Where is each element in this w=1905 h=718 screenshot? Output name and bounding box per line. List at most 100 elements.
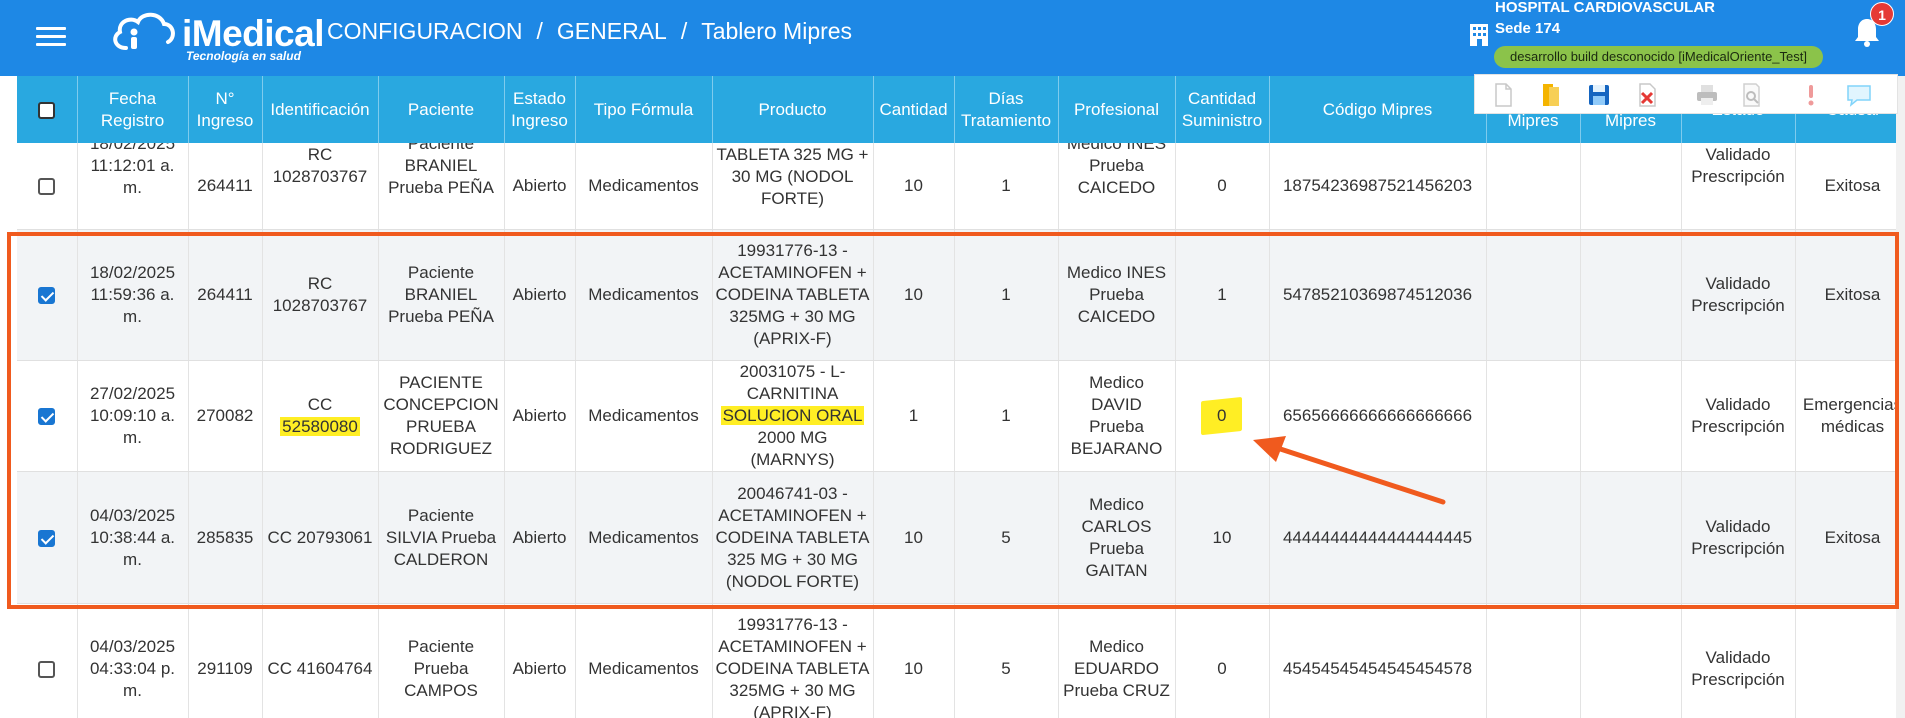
col-producto[interactable]: Producto — [712, 76, 874, 143]
cell-ingreso: 270082 — [188, 360, 263, 472]
col-identificacion[interactable]: Identificación — [262, 76, 379, 143]
cell-cantidad-suministro: 0 — [1175, 143, 1270, 230]
row-checkbox[interactable] — [38, 287, 56, 305]
sede-label: Sede 174 — [1495, 20, 1561, 37]
table-row[interactable]: 27/02/2025 10:09:10 a. m. 270082 CC 5258… — [17, 360, 1905, 472]
cell-ingreso: 291109 — [188, 603, 263, 718]
cell-codigo-mipres: 44444444444444444445 — [1269, 471, 1487, 604]
cell-identificacion: RC 1028703767 — [262, 229, 379, 361]
col-tipo-formula[interactable]: Tipo Fórmula — [575, 76, 713, 143]
cell-producto: 20046741-03 - ACETAMINOFEN + CODEINA TAB… — [712, 471, 874, 604]
col-paciente[interactable]: Paciente — [378, 76, 505, 143]
cell-cantidad-suministro: 1 — [1175, 229, 1270, 361]
cell-profesional: Medico CARLOS Prueba GAITAN — [1058, 471, 1176, 604]
breadcrumb-item-configuracion[interactable]: CONFIGURACION — [327, 18, 523, 45]
cell-estado: Validado Prescripción — [1681, 143, 1796, 230]
alert-icon[interactable] — [1797, 81, 1825, 109]
cell-tipo-formula: Medicamentos — [575, 471, 713, 604]
cell-estado: Validado Prescripción — [1681, 603, 1796, 718]
cell-fecha: 04/03/2025 10:38:44 a. m. — [77, 471, 189, 604]
cell-cantidad-suministro: 0 — [1175, 603, 1270, 718]
floating-toolbar — [1474, 74, 1898, 114]
cloud-logo-icon — [113, 12, 175, 50]
row-checkbox[interactable] — [38, 529, 56, 547]
col-ingreso[interactable]: N° Ingreso — [188, 76, 263, 143]
cell-suministro-mipres — [1486, 229, 1581, 361]
col-fecha-registro[interactable]: Fecha Registro — [77, 76, 189, 143]
print-icon[interactable] — [1693, 81, 1721, 109]
cell-estado-ingreso: Abierto — [504, 471, 576, 604]
cell-fecha: 27/02/2025 10:09:10 a. m. — [77, 360, 189, 472]
cell-dias: 1 — [954, 229, 1059, 361]
vertical-scrollbar[interactable] — [1896, 76, 1905, 718]
cell-producto: + CODEINA TABLETA 325 MG + 30 MG (NODOL … — [712, 143, 874, 230]
app-tagline: Tecnología en salud — [186, 49, 301, 63]
cell-paciente: Paciente BRANIEL Prueba PEÑA — [378, 143, 505, 230]
table-row[interactable]: 18/02/2025 11:12:01 a. m. 264411 RC 1028… — [17, 143, 1905, 230]
cell-estado-ingreso: Abierto — [504, 229, 576, 361]
cell-cantidad: 1 — [873, 360, 955, 472]
comment-icon[interactable] — [1845, 81, 1873, 109]
producto-highlight: SOLUCION ORAL — [720, 406, 865, 425]
col-estado-ingreso[interactable]: Estado Ingreso — [504, 76, 576, 143]
cell-producto: 19931776-13 - ACETAMINOFEN + CODEINA TAB… — [712, 603, 874, 718]
cell-identificacion: CC 41604764 — [262, 603, 379, 718]
cell-dias: 5 — [954, 603, 1059, 718]
row-checkbox[interactable] — [38, 661, 56, 679]
cell-profesional: Medico INES Prueba CAICEDO — [1058, 143, 1176, 230]
fecha-text: 18/02/2025 11:12:01 a. m. — [89, 143, 176, 197]
build-badge: desarrollo build desconocido [iMedicalOr… — [1494, 46, 1823, 68]
col-cantidad[interactable]: Cantidad — [873, 76, 955, 143]
cell-profesional: Medico EDUARDO Prueba CRUZ — [1058, 603, 1176, 718]
open-folder-icon[interactable] — [1537, 81, 1565, 109]
breadcrumb: CONFIGURACION / GENERAL / Tablero Mipres — [327, 18, 852, 45]
breadcrumb-separator: / — [680, 18, 688, 44]
row-select-cell — [17, 229, 78, 361]
cell-ingreso: 264411 — [188, 143, 263, 230]
cell-ingreso: 285835 — [188, 471, 263, 604]
cell-fecha: 18/02/2025 11:59:36 a. m. — [77, 229, 189, 361]
breadcrumb-item-general[interactable]: GENERAL — [557, 18, 667, 45]
table-row[interactable]: 04/03/2025 10:38:44 a. m. 285835 CC 2079… — [17, 471, 1905, 604]
table-row[interactable]: 18/02/2025 11:59:36 a. m. 264411 RC 1028… — [17, 229, 1905, 361]
cell-tipo-formula: Medicamentos — [575, 360, 713, 472]
select-all-header — [17, 76, 78, 143]
cell-cantidad-suministro: 0 — [1175, 360, 1270, 472]
save-icon[interactable] — [1585, 81, 1613, 109]
cell-estado: Validado Prescripción — [1681, 360, 1796, 472]
breadcrumb-item-tablero: Tablero Mipres — [701, 18, 853, 44]
cantidad-suministro-value: 0 — [1217, 406, 1227, 425]
cell-cantidad-suministro: 10 — [1175, 471, 1270, 604]
menu-icon[interactable] — [36, 22, 66, 48]
cell-cantidad: 10 — [873, 143, 955, 230]
producto-text: 2000 MG (MARNYS) — [750, 428, 835, 469]
cantidad-suministro-highlight: 0 — [1201, 396, 1243, 436]
cell-facturacion-mipres — [1580, 143, 1682, 230]
row-checkbox[interactable] — [38, 178, 56, 196]
notification-count: 1 — [1870, 2, 1894, 26]
cell-profesional: Medico INES Prueba CAICEDO — [1058, 229, 1176, 361]
cell-codigo-mipres: 45454545454545454578 — [1269, 603, 1487, 718]
cell-tipo-formula: Medicamentos — [575, 143, 713, 230]
app-logo[interactable]: iMedical Tecnología en salud — [108, 2, 325, 64]
cell-dias: 5 — [954, 471, 1059, 604]
select-all-checkbox[interactable] — [38, 101, 56, 119]
delete-icon[interactable] — [1633, 81, 1661, 109]
cell-fecha: 04/03/2025 04:33:04 p. m. — [77, 603, 189, 718]
left-gutter — [0, 76, 17, 718]
identificacion-text: RC 1028703767 — [272, 145, 368, 186]
preview-icon[interactable] — [1737, 81, 1765, 109]
top-bar: iMedical Tecnología en salud CONFIGURACI… — [0, 0, 1905, 76]
cell-identificacion: CC 52580080 — [262, 360, 379, 472]
col-codigo-mipres[interactable]: Código Mipres — [1269, 76, 1487, 143]
cell-facturacion-mipres — [1580, 471, 1682, 604]
hospital-name: HOSPITAL CARDIOVASCULAR — [1495, 0, 1716, 16]
row-checkbox[interactable] — [38, 408, 56, 426]
col-dias-tratamiento[interactable]: Días Tratamiento — [954, 76, 1059, 143]
row-select-cell — [17, 360, 78, 472]
col-profesional[interactable]: Profesional — [1058, 76, 1176, 143]
new-document-icon[interactable] — [1489, 81, 1517, 109]
col-cantidad-suministro[interactable]: Cantidad Suministro — [1175, 76, 1270, 143]
table-row[interactable]: 04/03/2025 04:33:04 p. m. 291109 CC 4160… — [17, 603, 1905, 718]
cell-fecha: 18/02/2025 11:12:01 a. m. — [77, 143, 189, 230]
